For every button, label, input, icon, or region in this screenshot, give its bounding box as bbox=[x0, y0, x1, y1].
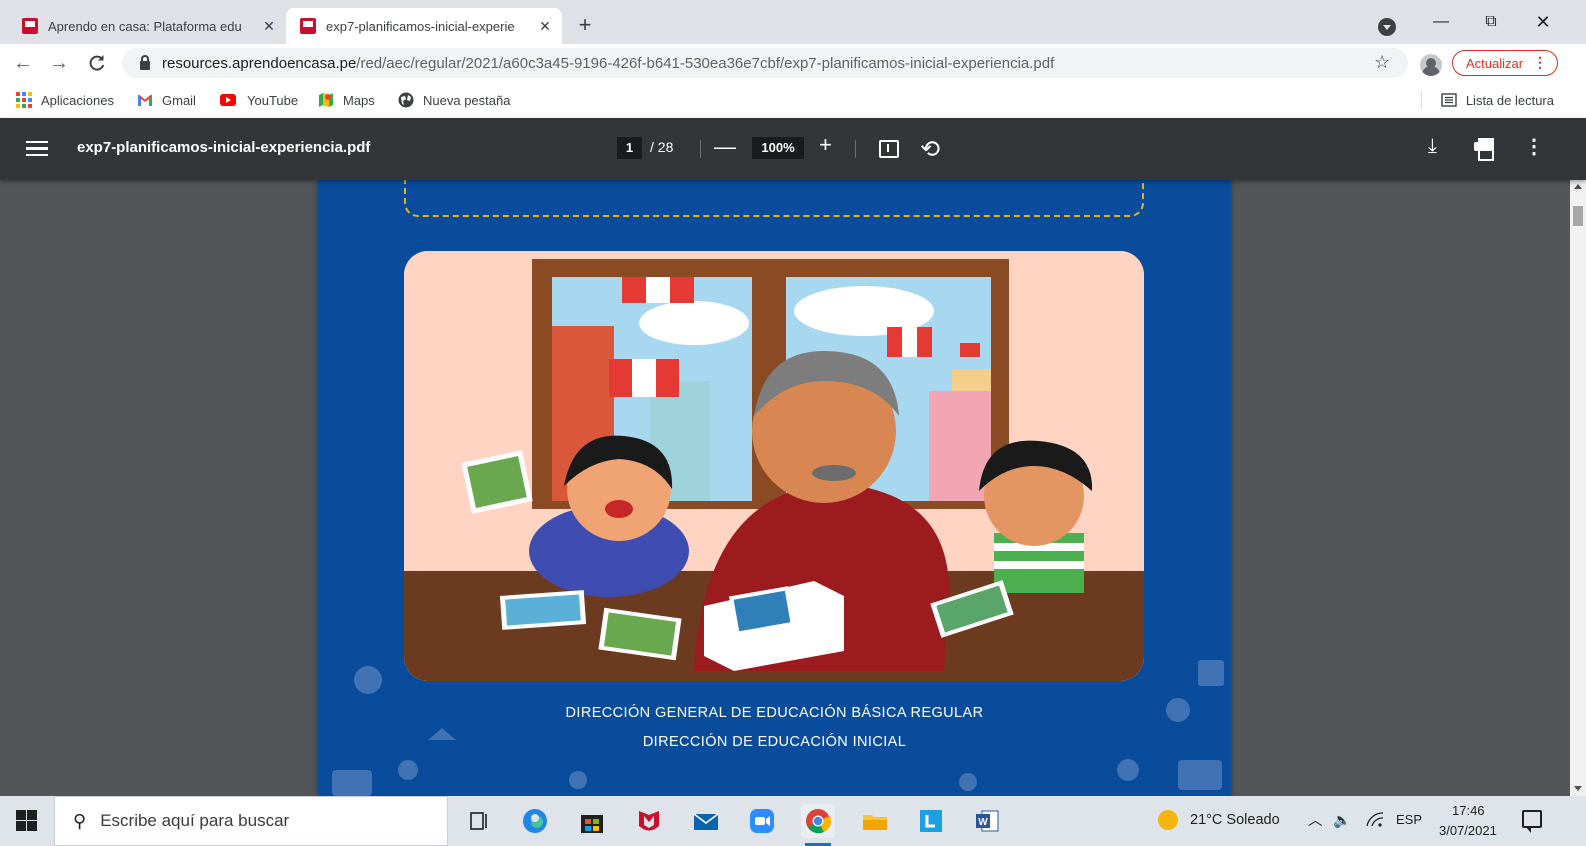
window-restore-button[interactable]: ⧉ bbox=[1476, 10, 1506, 34]
windows-start-icon[interactable] bbox=[16, 810, 38, 832]
download-icon[interactable]: ⤓ bbox=[1428, 135, 1437, 158]
bookmarks-bar: Aplicaciones Gmail YouTube Maps Nueva pe… bbox=[0, 82, 1586, 118]
tab-search-icon[interactable] bbox=[1378, 18, 1396, 36]
bookmarks-separator bbox=[1421, 90, 1422, 110]
update-label: Actualizar bbox=[1466, 55, 1524, 71]
tray-chevron-icon[interactable]: ︿ bbox=[1308, 809, 1323, 830]
taskbar-search-box[interactable]: ⚲ Escribe aquí para buscar bbox=[54, 796, 448, 846]
bookmark-gmail[interactable]: Gmail bbox=[137, 90, 196, 110]
svg-text:W: W bbox=[978, 817, 988, 828]
pdf-toolbar: exp7-planificamos-inicial-experiencia.pd… bbox=[0, 118, 1586, 180]
scroll-thumb[interactable] bbox=[1573, 206, 1583, 226]
zoom-level-input[interactable]: 100% bbox=[752, 137, 804, 159]
forward-button[interactable]: → bbox=[46, 50, 72, 76]
notification-center-icon[interactable] bbox=[1522, 810, 1542, 833]
aprendo-favicon-icon bbox=[22, 18, 38, 34]
bookmark-label: Nueva pestaña bbox=[423, 92, 511, 108]
gmail-icon bbox=[138, 95, 152, 106]
clock-time[interactable]: 17:46 bbox=[1452, 803, 1485, 818]
volume-icon[interactable]: 🔈 bbox=[1333, 812, 1351, 829]
bookmark-apps[interactable]: Aplicaciones bbox=[16, 90, 114, 110]
task-view-icon[interactable] bbox=[462, 804, 496, 838]
sun-weather-icon[interactable] bbox=[1158, 810, 1178, 830]
bookmark-star-icon[interactable]: ☆ bbox=[1374, 52, 1390, 73]
tab-title: exp7-planificamos-inicial-experie bbox=[326, 18, 515, 34]
file-explorer-icon[interactable] bbox=[858, 804, 892, 838]
lock-icon[interactable] bbox=[140, 54, 150, 70]
page-total: / 28 bbox=[650, 139, 674, 155]
bookmark-youtube[interactable]: YouTube bbox=[218, 90, 298, 110]
apps-grid-icon bbox=[16, 92, 32, 108]
credit-line-1: DIRECCIÓN GENERAL DE EDUCACIÓN BÁSICA RE… bbox=[565, 705, 984, 721]
scroll-up-arrow-icon[interactable] bbox=[1574, 184, 1582, 189]
bookmark-label: Gmail bbox=[162, 92, 196, 108]
credit-line-2: DIRECCIÓN DE EDUCACIÓN INICIAL bbox=[642, 734, 907, 750]
reading-list-icon bbox=[1441, 93, 1457, 107]
windows-taskbar: ⚲ Escribe aquí para buscar W 21°C Solead… bbox=[0, 796, 1586, 846]
page-number-input[interactable]: 1 bbox=[617, 137, 642, 159]
pdf-page: DIRECCIÓN GENERAL DE EDUCACIÓN BÁSICA RE… bbox=[318, 180, 1231, 796]
zoom-out-button[interactable]: — bbox=[714, 134, 736, 160]
l-app-icon[interactable] bbox=[914, 804, 948, 838]
pdf-filename: exp7-planificamos-inicial-experiencia.pd… bbox=[77, 139, 371, 156]
reload-button[interactable] bbox=[84, 50, 110, 76]
back-button[interactable]: ← bbox=[10, 50, 36, 76]
search-icon: ⚲ bbox=[73, 810, 87, 831]
maps-icon bbox=[319, 93, 333, 107]
profile-avatar-icon[interactable] bbox=[1420, 54, 1442, 76]
more-actions-icon[interactable]: ⋮ bbox=[1524, 134, 1544, 159]
rotate-icon[interactable]: ⟲ bbox=[920, 135, 940, 164]
dashed-title-box bbox=[404, 180, 1144, 217]
new-tab-button[interactable]: + bbox=[572, 14, 598, 38]
tab-title: Aprendo en casa: Plataforma edu bbox=[48, 18, 242, 34]
zoom-icon[interactable] bbox=[745, 804, 779, 838]
vertical-scrollbar[interactable] bbox=[1570, 180, 1586, 796]
mcafee-icon[interactable] bbox=[632, 804, 666, 838]
word-icon[interactable]: W bbox=[970, 804, 1004, 838]
scroll-down-arrow-icon[interactable] bbox=[1574, 786, 1582, 791]
tab-aprendo-en-casa[interactable]: Aprendo en casa: Plataforma edu ✕ bbox=[8, 8, 287, 44]
tab-close-icon[interactable]: ✕ bbox=[258, 15, 280, 37]
reload-icon bbox=[89, 55, 105, 71]
reading-list-label: Lista de lectura bbox=[1465, 92, 1554, 108]
browser-menu-icon[interactable]: ⋮ bbox=[1533, 54, 1547, 71]
weather-text[interactable]: 21°C Soleado bbox=[1190, 812, 1280, 828]
reading-list-button[interactable]: Lista de lectura bbox=[1441, 90, 1554, 110]
sidebar-menu-icon[interactable] bbox=[26, 138, 48, 160]
update-button[interactable]: Actualizar ⋮ bbox=[1452, 50, 1558, 76]
pdf-viewer-area[interactable]: DIRECCIÓN GENERAL DE EDUCACIÓN BÁSICA RE… bbox=[0, 180, 1570, 796]
bookmark-label: YouTube bbox=[247, 92, 299, 108]
print-icon[interactable] bbox=[1474, 138, 1494, 161]
aprendo-favicon-icon bbox=[300, 18, 316, 34]
chrome-icon[interactable] bbox=[801, 804, 835, 846]
store-icon[interactable] bbox=[575, 804, 609, 838]
bookmark-label: Aplicaciones bbox=[41, 92, 114, 108]
window-minimize-button[interactable]: — bbox=[1426, 10, 1456, 34]
clock-date[interactable]: 3/07/2021 bbox=[1439, 823, 1497, 838]
tab-close-icon[interactable]: ✕ bbox=[534, 15, 556, 37]
mail-icon[interactable] bbox=[689, 804, 723, 838]
search-placeholder: Escribe aquí para buscar bbox=[100, 811, 290, 830]
youtube-icon bbox=[220, 94, 236, 106]
toolbar-divider bbox=[855, 140, 856, 158]
toolbar-divider bbox=[700, 140, 701, 158]
grandfather-and-children-illustration bbox=[404, 251, 1144, 681]
address-bar[interactable]: resources.aprendoencasa.pe/red/aec/regul… bbox=[122, 48, 1408, 78]
url-host: resources.aprendoencasa.pe bbox=[162, 54, 357, 72]
browser-toolbar: ← → resources.aprendoencasa.pe/red/aec/r… bbox=[0, 44, 1586, 82]
fit-to-page-icon[interactable] bbox=[879, 140, 899, 158]
wifi-icon[interactable] bbox=[1366, 812, 1384, 828]
language-indicator[interactable]: ESP bbox=[1396, 812, 1422, 827]
globe-icon bbox=[398, 92, 414, 108]
edge-icon[interactable] bbox=[518, 804, 552, 838]
tab-strip: Aprendo en casa: Plataforma edu ✕ exp7-p… bbox=[0, 0, 1586, 44]
cover-illustration bbox=[404, 251, 1144, 681]
window-close-button[interactable]: ✕ bbox=[1528, 10, 1558, 34]
bookmark-maps[interactable]: Maps bbox=[318, 90, 375, 110]
bookmark-new-tab[interactable]: Nueva pestaña bbox=[398, 90, 510, 110]
tab-pdf-active[interactable]: exp7-planificamos-inicial-experie ✕ bbox=[286, 8, 562, 44]
bookmark-label: Maps bbox=[343, 92, 375, 108]
zoom-in-button[interactable]: + bbox=[819, 132, 832, 158]
url-path: /red/aec/regular/2021/a60c3a45-9196-426f… bbox=[356, 54, 1055, 72]
